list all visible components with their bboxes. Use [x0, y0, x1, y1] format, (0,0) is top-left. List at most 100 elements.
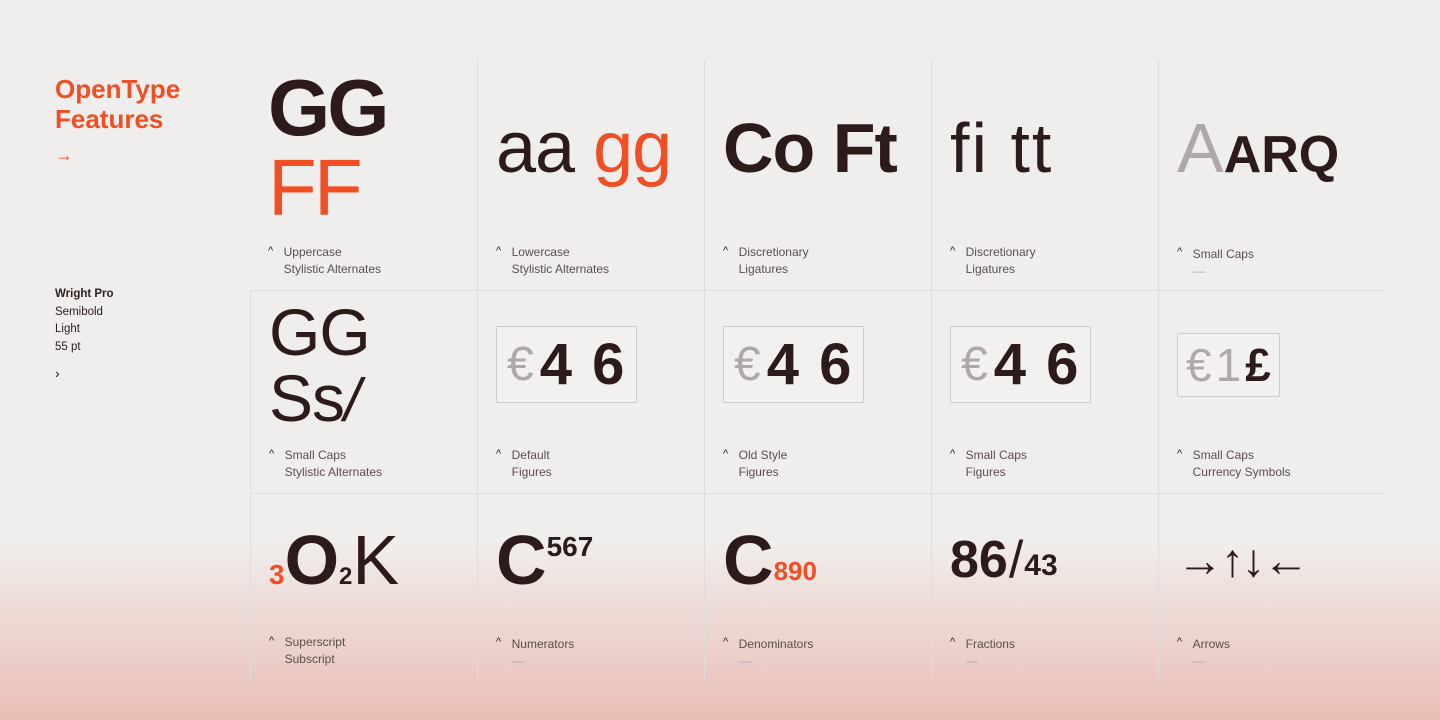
caret-icon: ^	[269, 448, 274, 460]
label-text-small-caps: Small Caps	[1193, 246, 1254, 263]
cell-label-lowercase: ^ LowercaseStylistic Alternates	[496, 238, 686, 278]
cell-label-sc-fig: ^ Small CapsFigures	[950, 441, 1140, 481]
font-info: Wright Pro Semibold Light 55 pt	[55, 286, 250, 357]
frac-slash: /	[1009, 534, 1023, 586]
label-text-sc-fig: Small CapsFigures	[966, 447, 1027, 481]
label-text-currency-sym: Small CapsCurrency Symbols	[1193, 447, 1291, 481]
cell-currency-symbols: € 1 £ ^ Small CapsCurrency Symbols	[1158, 290, 1385, 493]
cell-smallcaps-alternates: GG Ss/ ^ Small CapsStylistic Alternates	[250, 290, 477, 493]
cell-display-co-ft: Co Ft	[723, 68, 913, 238]
currency-box-sc: € 4 6	[950, 326, 1091, 403]
label-dash: —	[1193, 264, 1367, 278]
euro-sm-sign: €	[1186, 338, 1212, 392]
font-size: 55 pt	[55, 341, 81, 353]
label-text-oldstyle: Old StyleFigures	[739, 447, 788, 481]
label-text-numerators: Numerators	[512, 636, 575, 653]
caret-icon: ^	[268, 245, 273, 257]
glyph-aa-gg: aa gg	[496, 112, 671, 184]
cell-display-denominators: C 890	[723, 502, 913, 629]
label-dash-arrows: —	[1193, 654, 1367, 668]
figures-46-old: 4 6	[767, 331, 854, 398]
currency-box-default: € 4 6	[496, 326, 637, 403]
cell-label-super: ^ SuperscriptSubscript	[269, 628, 459, 668]
euro-sign: €	[507, 337, 534, 392]
caret-icon: ^	[1177, 636, 1182, 648]
numerator-glyph: C 567	[496, 525, 593, 595]
label-text-fractions: Fractions	[966, 636, 1015, 653]
cell-display-numerators: C 567	[496, 502, 686, 629]
label-text-denominators: Denominators	[739, 636, 814, 653]
sub-2: 2	[339, 563, 352, 591]
glyph-a-arq: AARQ	[1177, 113, 1339, 183]
cell-arrows: →↑↓← ^ Arrows —	[1158, 493, 1385, 680]
caret-icon: ^	[1177, 448, 1182, 460]
cell-label-default-fig: ^ DefaultFigures	[496, 441, 686, 481]
cell-label-oldstyle: ^ Old StyleFigures	[723, 441, 913, 481]
figures-46: 4 6	[540, 331, 627, 398]
sidebar: OpenType Features → Wright Pro Semibold …	[55, 60, 250, 680]
cell-label-uppercase: ^ UppercaseStylistic Alternates	[268, 238, 459, 278]
num-567: 567	[547, 531, 594, 563]
denominator-glyph: C 890	[723, 525, 817, 595]
euro-sign-old: €	[734, 337, 761, 392]
num-c: C	[496, 525, 547, 595]
glyph-k-super: K	[352, 525, 399, 595]
cell-label-small-caps: ^ Small Caps —	[1177, 239, 1367, 278]
euro-sign-sc: €	[961, 337, 988, 392]
cell-small-caps: AARQ ^ Small Caps —	[1158, 60, 1385, 290]
caret-icon: ^	[1177, 246, 1182, 258]
font-weight: Semibold	[55, 306, 103, 318]
cell-display-gg-ff: GG FF	[268, 68, 459, 238]
cell-display-default-fig: € 4 6	[496, 299, 686, 441]
cell-label-arrows: ^ Arrows —	[1177, 629, 1367, 668]
caret-icon: ^	[496, 245, 501, 257]
currency-box-old: € 4 6	[723, 326, 864, 403]
feature-grid: GG FF ^ UppercaseStylistic Alternates aa…	[250, 60, 1385, 680]
cell-lowercase-alternates: aa gg ^ LowercaseStylistic Alternates	[477, 60, 704, 290]
cell-oldstyle-figures: € 4 6 ^ Old StyleFigures	[704, 290, 931, 493]
cell-superscript: 3 O 2 K ^ SuperscriptSubscript	[250, 493, 477, 680]
caret-icon: ^	[496, 636, 501, 648]
caret-icon: ^	[269, 635, 274, 647]
cell-denominators: C 890 ^ Denominators —	[704, 493, 931, 680]
label-text-uppercase: UppercaseStylistic Alternates	[284, 244, 381, 278]
cell-display-old-fig: € 4 6	[723, 299, 913, 441]
glyph-gg: GG FF	[268, 68, 459, 228]
currency-box-symbols: € 1 £	[1177, 333, 1280, 397]
label-text-super: SuperscriptSubscript	[285, 634, 346, 668]
label-text-disc-lig-2: DiscretionaryLigatures	[966, 244, 1036, 278]
denom-c: C	[723, 525, 774, 595]
cell-display-aa-gg: aa gg	[496, 68, 686, 238]
pound-sm-sign: £	[1245, 338, 1271, 392]
caret-icon: ^	[723, 448, 728, 460]
figures-46-sc: 4 6	[994, 331, 1081, 398]
cell-display-currency: € 1 £	[1177, 299, 1367, 441]
caret-icon: ^	[496, 448, 501, 460]
fraction-glyph: 86 / 43	[950, 534, 1058, 586]
caret-icon: ^	[950, 636, 955, 648]
sidebar-small-arrow[interactable]: ›	[55, 365, 250, 381]
sidebar-main-arrow[interactable]: →	[55, 145, 250, 166]
caret-icon: ^	[723, 245, 728, 257]
label-text-sc-alt: Small CapsStylistic Alternates	[285, 447, 382, 481]
cell-label-currency-sym: ^ Small CapsCurrency Symbols	[1177, 441, 1367, 481]
label-text-arrows: Arrows	[1193, 636, 1230, 653]
label-dash-num: —	[512, 654, 686, 668]
label-text-default-fig: DefaultFigures	[512, 447, 552, 481]
cell-label-disc-lig-1: ^ DiscretionaryLigatures	[723, 238, 913, 278]
caret-icon: ^	[950, 245, 955, 257]
denom-890: 890	[774, 556, 817, 587]
frac-43: 43	[1024, 549, 1057, 583]
cell-display-arrows: →↑↓←	[1177, 502, 1367, 629]
cell-label-disc-lig-2: ^ DiscretionaryLigatures	[950, 238, 1140, 278]
sidebar-title: OpenType Features	[55, 75, 250, 135]
cell-display-super: 3 O 2 K	[269, 502, 459, 629]
cell-label-fractions: ^ Fractions —	[950, 629, 1140, 668]
cell-display-fractions: 86 / 43	[950, 502, 1140, 629]
glyph-fi-tt: fi tt	[950, 113, 1053, 183]
cell-uppercase-alternates: GG FF ^ UppercaseStylistic Alternates	[250, 60, 477, 290]
cell-display-gg-ss: GG Ss/	[269, 299, 459, 441]
cell-default-figures: € 4 6 ^ DefaultFigures	[477, 290, 704, 493]
cell-label-numerators: ^ Numerators —	[496, 629, 686, 668]
label-dash-frac: —	[966, 654, 1140, 668]
